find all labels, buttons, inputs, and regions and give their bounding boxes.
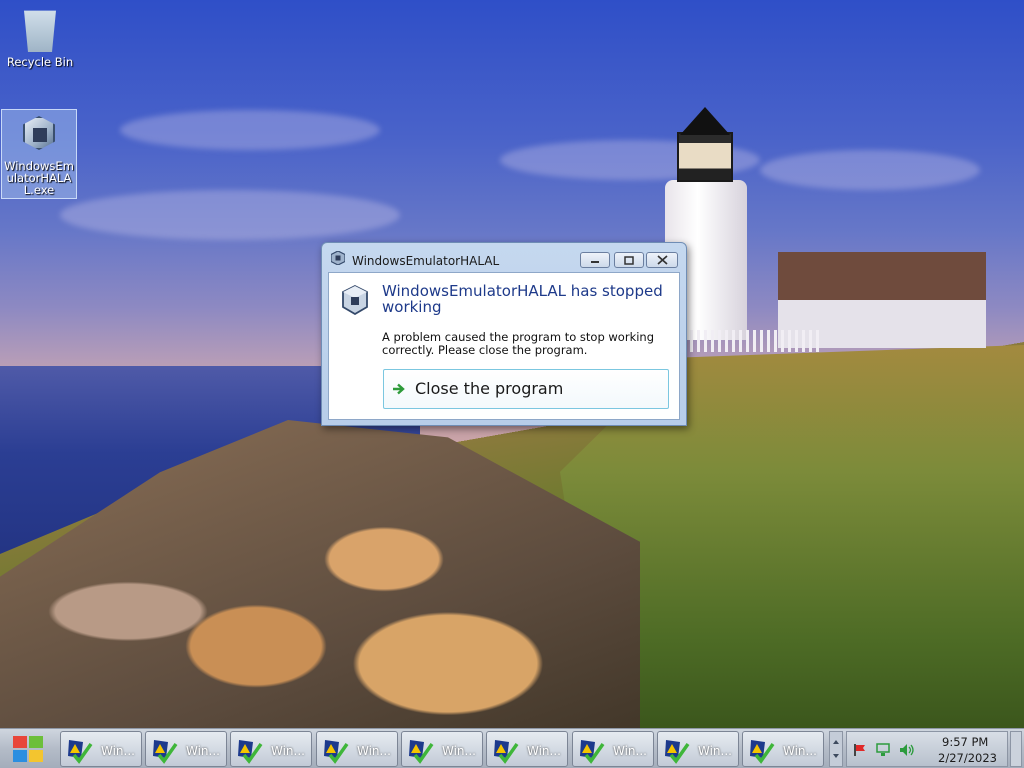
taskbar-button[interactable]: Win...	[572, 731, 654, 767]
scroll-arrows-icon	[833, 740, 839, 758]
desktop-icon-label: WindowsEmulatorHALAL.exe	[4, 159, 74, 197]
app-icon	[331, 251, 345, 265]
show-desktop-button[interactable]	[1010, 731, 1022, 767]
minimize-button[interactable]	[580, 252, 610, 268]
taskbar-button-label: Win...	[186, 744, 220, 758]
maximize-icon	[624, 255, 634, 265]
program-warning-icon	[68, 740, 93, 764]
taskbar-scroll[interactable]	[829, 731, 843, 767]
white-fence	[690, 330, 820, 352]
taskbar-button[interactable]: Win...	[230, 731, 312, 767]
minimize-icon	[591, 261, 599, 263]
taskbar-button-label: Win...	[698, 744, 732, 758]
dialog-content: WindowsEmulatorHALAL has stopped working…	[328, 272, 680, 420]
clock-time[interactable]: 9:57 PM	[942, 735, 988, 749]
close-program-label: Close the program	[415, 379, 564, 398]
program-warning-icon	[494, 740, 519, 764]
program-warning-icon	[580, 740, 605, 764]
taskbar-button-label: Win...	[442, 744, 476, 758]
taskbar-button-label: Win...	[271, 744, 305, 758]
lighthouse-lantern	[677, 132, 733, 182]
clock-date[interactable]: 2/27/2023	[938, 751, 997, 765]
taskbar-button[interactable]: Win...	[145, 731, 227, 767]
taskbar-button[interactable]: Win...	[316, 731, 398, 767]
virtualbox-cube-icon	[342, 285, 368, 315]
program-warning-icon	[324, 740, 349, 764]
program-warning-icon	[238, 740, 263, 764]
taskbar-button-label: Win...	[101, 744, 135, 758]
taskbar-button-label: Win...	[527, 744, 561, 758]
error-heading: WindowsEmulatorHALAL has stopped working	[382, 282, 663, 316]
start-button[interactable]	[0, 729, 56, 768]
close-button[interactable]	[646, 252, 678, 268]
taskbar-button-label: Win...	[783, 744, 817, 758]
dialog-title-bar[interactable]: WindowsEmulatorHALAL	[322, 243, 686, 271]
program-warning-icon	[409, 740, 434, 764]
taskbar-button-label: Win...	[613, 744, 647, 758]
program-warning-icon	[665, 740, 690, 764]
desktop-icon-label: Recycle Bin	[6, 55, 74, 69]
taskbar-button-label: Win...	[357, 744, 391, 758]
program-warning-icon	[153, 740, 178, 764]
network-icon[interactable]	[875, 743, 891, 757]
dialog-title: WindowsEmulatorHALAL	[352, 254, 500, 268]
close-program-button[interactable]: Close the program	[383, 369, 669, 409]
windows-logo-icon	[13, 736, 43, 762]
lighthouse-cap	[680, 107, 730, 135]
program-warning-icon	[750, 740, 775, 764]
taskbar-button[interactable]: Win...	[742, 731, 824, 767]
error-description: A problem caused the program to stop wor…	[382, 330, 655, 357]
action-center-flag-icon[interactable]	[853, 743, 867, 757]
taskbar: Win... Win... Win... Win... Win... Win..…	[0, 728, 1024, 768]
error-dialog: WindowsEmulatorHALAL WindowsEmulatorHALA…	[321, 242, 687, 426]
virtualbox-cube-icon	[17, 112, 61, 156]
recycle-bin-icon	[24, 10, 56, 52]
close-icon	[656, 255, 668, 265]
maximize-button[interactable]	[614, 252, 644, 268]
volume-icon[interactable]	[899, 743, 915, 757]
taskbar-button[interactable]: Win...	[401, 731, 483, 767]
desktop-icon-windowsemulatorhalal[interactable]: WindowsEmulatorHALAL.exe	[1, 109, 77, 199]
taskbar-button[interactable]: Win...	[486, 731, 568, 767]
taskbar-button[interactable]: Win...	[60, 731, 142, 767]
taskbar-button[interactable]: Win...	[657, 731, 739, 767]
system-tray: 9:57 PM 2/27/2023	[846, 731, 1008, 767]
green-arrow-icon	[393, 383, 405, 395]
desktop-icon-recycle-bin[interactable]: Recycle Bin	[2, 6, 78, 68]
